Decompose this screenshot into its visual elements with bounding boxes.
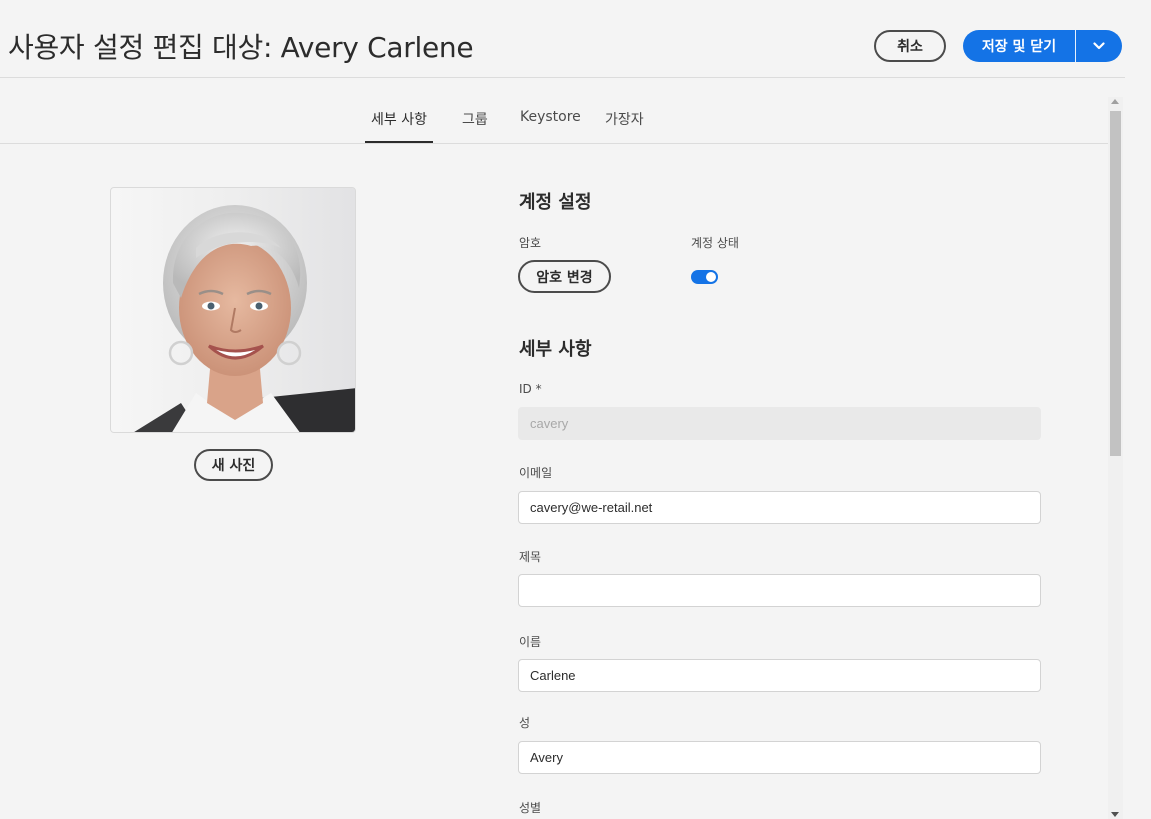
title-field[interactable] [518, 574, 1041, 607]
avatar [110, 187, 356, 433]
tab-details[interactable]: 세부 사항 [365, 109, 433, 143]
first-name-field[interactable]: Carlene [518, 659, 1041, 692]
tab-keystore[interactable]: Keystore [520, 109, 581, 143]
tab-groups[interactable]: 그룹 [462, 109, 488, 143]
account-status-toggle[interactable] [691, 270, 718, 284]
page-title: 사용자 설정 편집 대상: Avery Carlene [8, 31, 474, 64]
toggle-knob [706, 272, 716, 282]
button-divider [1075, 30, 1076, 62]
tab-bar: 세부 사항 그룹 Keystore 가장자 [0, 100, 1108, 144]
last-name-label: 성 [519, 716, 531, 730]
account-status-label: 계정 상태 [691, 236, 739, 250]
save-button-group: 저장 및 닫기 [963, 30, 1122, 62]
save-options-dropdown-button[interactable] [1076, 30, 1122, 62]
id-label: ID * [519, 382, 542, 396]
page-header: 사용자 설정 편집 대상: Avery Carlene 취소 저장 및 닫기 [0, 0, 1125, 78]
avatar-image [111, 188, 355, 432]
password-label: 암호 [519, 236, 542, 250]
chevron-down-icon [1093, 42, 1105, 50]
details-heading: 세부 사항 [519, 339, 592, 360]
last-name-field[interactable]: Avery [518, 741, 1041, 774]
new-photo-button[interactable]: 새 사진 [194, 449, 273, 481]
email-label: 이메일 [519, 466, 553, 480]
scrollbar-thumb[interactable] [1110, 111, 1121, 456]
title-label: 제목 [519, 550, 542, 564]
gender-label: 성별 [519, 801, 542, 815]
save-and-close-button[interactable]: 저장 및 닫기 [963, 30, 1075, 62]
scroll-up-arrow-icon[interactable] [1111, 99, 1119, 104]
account-settings-heading: 계정 설정 [519, 192, 592, 213]
scroll-down-arrow-icon[interactable] [1111, 812, 1119, 817]
email-field[interactable]: cavery@we-retail.net [518, 491, 1041, 524]
cancel-button[interactable]: 취소 [874, 30, 946, 62]
scrollbar[interactable] [1108, 97, 1123, 819]
change-password-button[interactable]: 암호 변경 [518, 260, 611, 293]
tab-impersonators[interactable]: 가장자 [605, 109, 644, 143]
first-name-label: 이름 [519, 635, 542, 649]
id-field: cavery [518, 407, 1041, 440]
